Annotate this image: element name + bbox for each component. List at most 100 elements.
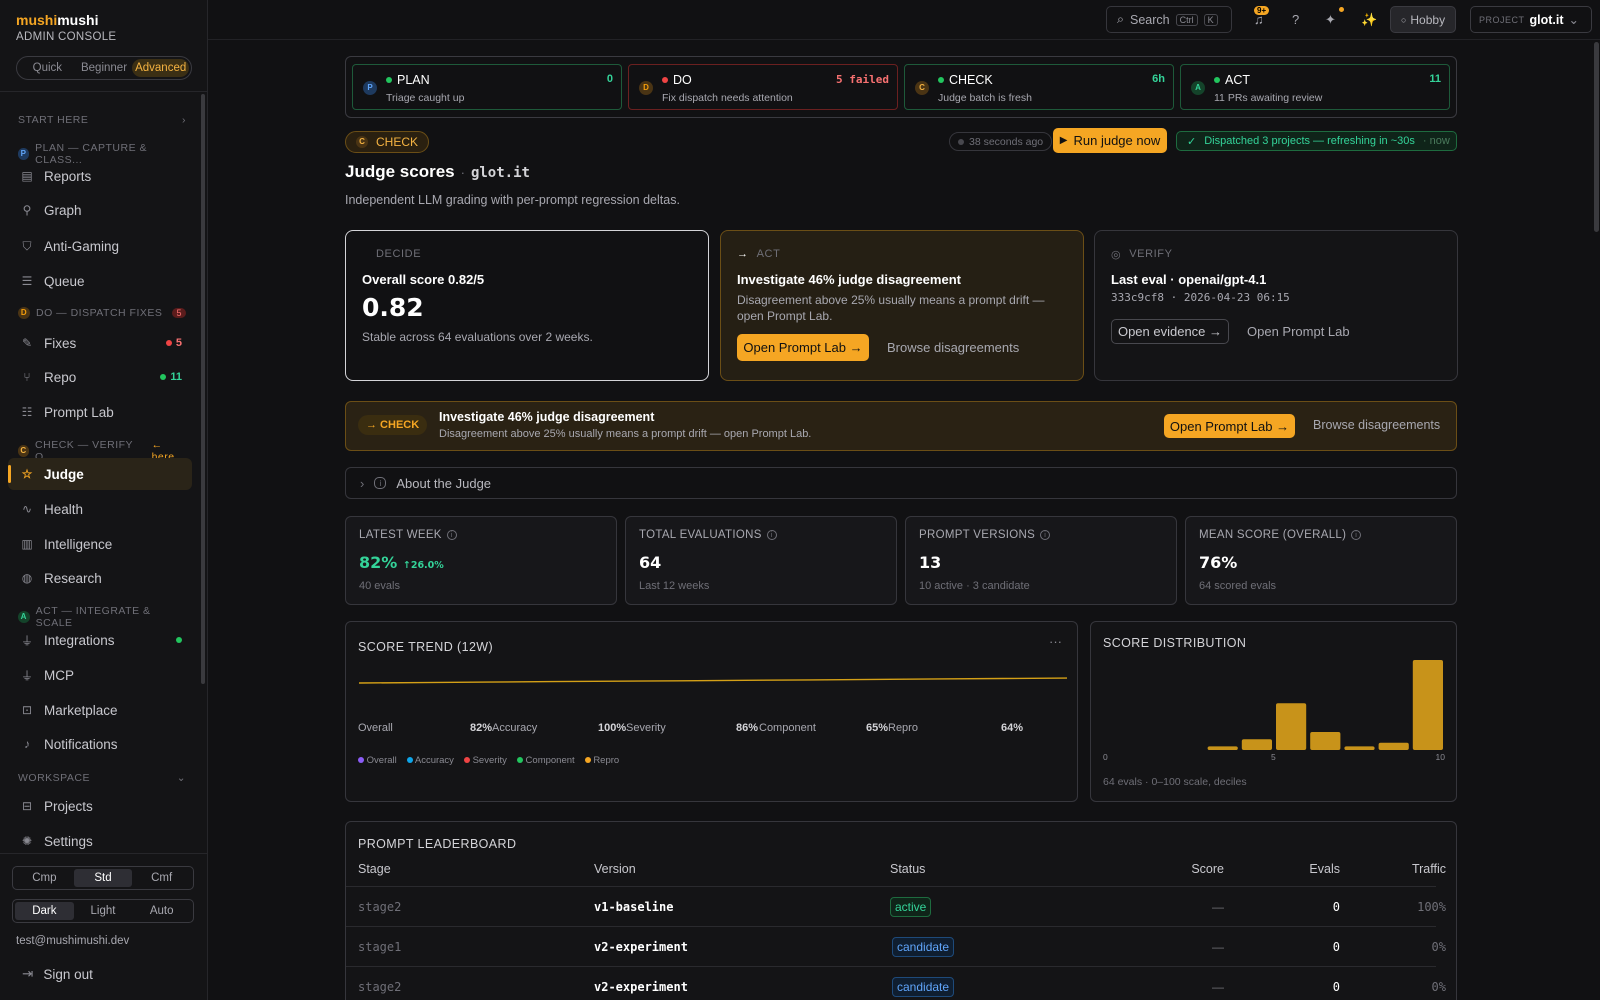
run-judge-button[interactable]: ▶ Run judge now — [1053, 128, 1167, 153]
density-comfortable[interactable]: Cmf — [132, 869, 191, 887]
sidebar-item-graph[interactable]: ⚲ Graph — [8, 194, 192, 226]
decide-card: DECIDE Overall score 0.82/5 0.82 Stable … — [345, 230, 709, 381]
sidebar-item-fixes[interactable]: ✎ Fixes 5 — [8, 327, 192, 359]
mode-advanced[interactable]: Advanced — [132, 59, 190, 77]
sidebar-item-judge[interactable]: ☆ Judge — [8, 458, 192, 490]
sidebar-item-marketplace[interactable]: ⊡ Marketplace — [8, 694, 192, 726]
score-cell: — — [1212, 980, 1224, 994]
version-cell[interactable]: v1-baseline — [594, 900, 673, 914]
stage-cell: stage1 — [358, 940, 402, 954]
check-badge-icon: C — [18, 445, 30, 457]
shortcut-key: Ctrl — [1175, 13, 1198, 26]
density-compact[interactable]: Cmp — [15, 869, 74, 887]
sidebar-item-repo[interactable]: ⑂ Repo 11 — [8, 361, 192, 393]
sidebar-item-prompt-lab[interactable]: ☷ Prompt Lab — [8, 396, 192, 428]
version-cell[interactable]: v2-experiment — [594, 980, 688, 994]
column-header[interactable]: Evals — [1286, 862, 1340, 876]
pdca-plan-card[interactable]: P PLAN Triage caught up 0 — [352, 64, 622, 110]
main-scrollbar[interactable] — [1594, 42, 1599, 232]
density-toggle: Cmp Std Cmf — [12, 866, 194, 890]
info-icon[interactable]: i — [1351, 530, 1362, 540]
sparkle-icon[interactable]: ✦ — [1325, 12, 1336, 28]
brand-subtitle: ADMIN CONSOLE — [16, 31, 117, 43]
do-section-header: D DO — DISPATCH FIXES 5 — [18, 307, 186, 319]
magic-icon[interactable]: ✨ — [1361, 12, 1377, 28]
help-icon[interactable]: ? — [1292, 12, 1299, 27]
project-switcher[interactable]: PROJECT glot.it ⌄ — [1470, 6, 1592, 33]
check-chip: → CHECK — [358, 415, 428, 435]
search-button[interactable]: ⌕ Search Ctrl K — [1106, 6, 1232, 33]
theme-dark[interactable]: Dark — [15, 902, 74, 920]
last-updated: 38 seconds ago — [949, 132, 1053, 151]
sign-out-button[interactable]: ⇥ Sign out — [22, 966, 93, 982]
distribution-bar — [1207, 746, 1238, 750]
do-count-badge: 5 — [172, 308, 186, 318]
bell-icon: ♪ — [24, 737, 30, 751]
more-menu-icon[interactable]: ··· — [1049, 634, 1062, 649]
traffic-cell: 0% — [1431, 940, 1446, 954]
open-prompt-lab-link[interactable]: Open Prompt Lab — [1247, 324, 1350, 339]
open-evidence-button[interactable]: Open evidence → — [1111, 319, 1229, 344]
sidebar-item-reports[interactable]: ▤ Reports — [8, 160, 192, 192]
sidebar-item-intelligence[interactable]: ▥ Intelligence — [8, 528, 192, 560]
info-icon[interactable]: i — [1040, 530, 1051, 540]
pdca-strip: P PLAN Triage caught up 0 D DO Fix dispa… — [345, 56, 1457, 118]
evals-cell: 0 — [1332, 940, 1340, 954]
chevron-right-icon: › — [182, 114, 186, 126]
mode-beginner[interactable]: Beginner — [76, 59, 133, 77]
about-judge-expander[interactable]: › i About the Judge — [345, 467, 1457, 499]
sidebar-item-integrations[interactable]: ⏚ Integrations — [8, 624, 192, 656]
sidebar-scrollbar[interactable] — [201, 94, 205, 684]
score-cell: — — [1212, 900, 1224, 914]
plan-button[interactable]: ○ Hobby — [1390, 6, 1456, 33]
sidebar-item-health[interactable]: ∿ Health — [8, 493, 192, 525]
pdca-check-card[interactable]: C CHECK Judge batch is fresh 6h — [904, 64, 1174, 110]
start-here-section[interactable]: START HERE › — [18, 114, 186, 126]
table-row[interactable]: stage2 v2-experiment candidate — 0 0% — [346, 966, 1446, 1000]
banner-browse-disagreements-link[interactable]: Browse disagreements — [1313, 418, 1440, 432]
column-header[interactable]: Status — [890, 862, 925, 876]
kpi-prompt-versions: PROMPT VERSIONS i 13 10 active · 3 candid… — [905, 516, 1177, 605]
version-cell[interactable]: v2-experiment — [594, 940, 688, 954]
workspace-section-header[interactable]: WORKSPACE ⌄ — [18, 772, 186, 784]
sidebar-item-notifications[interactable]: ♪ Notifications — [8, 728, 192, 760]
info-icon[interactable]: i — [446, 530, 457, 540]
distribution-caption: 64 evals · 0–100 scale, deciles — [1103, 776, 1247, 788]
pencil-icon: ✎ — [21, 336, 33, 350]
distribution-chart — [1207, 660, 1443, 750]
theme-auto[interactable]: Auto — [132, 902, 191, 920]
kpi-total-evaluations: TOTAL EVALUATIONS i 64 Last 12 weeks — [625, 516, 897, 605]
table-row[interactable]: stage1 v2-experiment candidate — 0 0% — [346, 926, 1446, 966]
distribution-bar — [1276, 703, 1307, 750]
sidebar-item-anti-gaming[interactable]: ⛉ Anti-Gaming — [8, 230, 192, 262]
open-prompt-lab-button[interactable]: Open Prompt Lab → — [737, 334, 869, 361]
page-title: Judge scores · glot.it — [345, 162, 530, 181]
do-badge-icon: D — [639, 81, 653, 95]
score-distribution-panel: SCORE DISTRIBUTION 0 5 10 64 evals · 0–1… — [1090, 621, 1457, 802]
legend-severity: Severity — [463, 755, 507, 766]
table-row[interactable]: stage2 v1-baseline active — 0 100% — [346, 886, 1446, 926]
mode-quick[interactable]: Quick — [19, 59, 76, 77]
info-icon[interactable]: i — [766, 530, 777, 540]
theme-light[interactable]: Light — [74, 902, 133, 920]
column-header[interactable]: Version — [594, 862, 636, 876]
fixes-count: 5 — [165, 337, 182, 349]
divider — [0, 853, 207, 854]
pulse-icon: ∿ — [21, 502, 33, 516]
column-header[interactable]: Stage — [358, 862, 391, 876]
sidebar-item-mcp[interactable]: ⏚ MCP — [8, 659, 192, 691]
star-icon: ☆ — [21, 467, 33, 481]
browse-disagreements-link[interactable]: Browse disagreements — [887, 340, 1019, 355]
column-header[interactable]: Traffic — [1396, 862, 1446, 876]
column-header[interactable]: Score — [1174, 862, 1224, 876]
sidebar-item-research[interactable]: ◍ Research — [8, 562, 192, 594]
pdca-do-card[interactable]: D DO Fix dispatch needs attention 5 fail… — [628, 64, 898, 110]
pdca-act-card[interactable]: A ACT 11 PRs awaiting review 11 — [1180, 64, 1450, 110]
sidebar-item-projects[interactable]: ⊟ Projects — [8, 790, 192, 822]
gear-icon: ✺ — [21, 834, 33, 848]
sidebar-item-queue[interactable]: ☰ Queue — [8, 265, 192, 297]
brand-logo[interactable]: mushimushi — [16, 12, 98, 28]
density-standard[interactable]: Std — [73, 869, 133, 887]
banner-open-prompt-lab-button[interactable]: Open Prompt Lab → — [1164, 414, 1295, 438]
play-icon: ▶ — [1059, 135, 1068, 146]
